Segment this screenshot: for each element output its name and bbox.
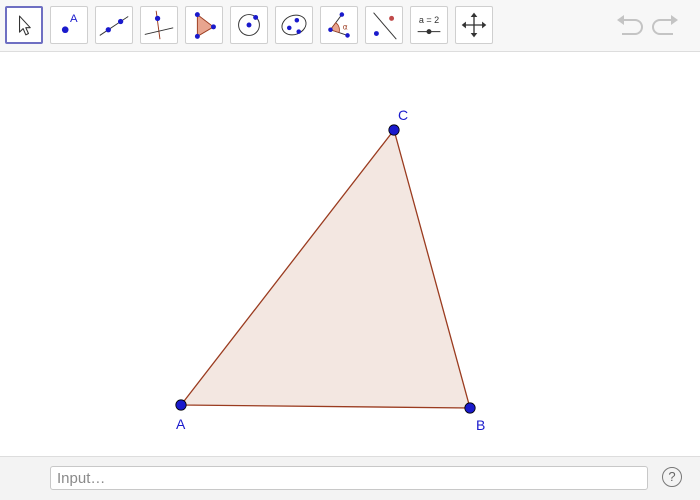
- slider-tool-button[interactable]: a = 2: [410, 6, 448, 44]
- input-bar: ?: [0, 456, 700, 500]
- point-C-label: C: [398, 107, 408, 123]
- circle-with-center-icon: [238, 14, 260, 36]
- conic-through-points-icon: [281, 14, 307, 36]
- construction-svg: A B C: [175, 107, 486, 433]
- conic-tool-button[interactable]: [275, 6, 313, 44]
- toolbar: A α a = 2: [0, 0, 700, 52]
- point-A-label: A: [176, 416, 186, 432]
- move-graphics-view-tool-button[interactable]: [455, 6, 493, 44]
- svg-text:α: α: [343, 23, 348, 32]
- angle-icon: α: [328, 12, 350, 38]
- angle-tool-button[interactable]: α: [320, 6, 358, 44]
- help-icon: ?: [668, 469, 676, 484]
- undo-button[interactable]: [614, 12, 644, 40]
- move-icon: [18, 15, 31, 36]
- circle-tool-button[interactable]: [230, 6, 268, 44]
- move-graphics-view-icon: [461, 12, 487, 38]
- reflect-tool-button[interactable]: [365, 6, 403, 44]
- point-C[interactable]: C: [388, 107, 408, 136]
- point-B[interactable]: B: [464, 402, 486, 433]
- perpendicular-line-icon: [144, 10, 174, 40]
- slider-icon: a = 2: [417, 15, 441, 35]
- point-tool-button[interactable]: A: [50, 6, 88, 44]
- point-A[interactable]: A: [175, 399, 187, 432]
- move-tool-button[interactable]: [5, 6, 43, 44]
- line-icon: [99, 16, 129, 36]
- point-A-dot[interactable]: [175, 399, 187, 411]
- perpendicular-line-tool-button[interactable]: [140, 6, 178, 44]
- slider-tool-label: a = 2: [419, 15, 439, 25]
- point-C-dot[interactable]: [388, 124, 400, 136]
- undo-icon: [617, 15, 643, 35]
- reflect-about-line-icon: [373, 12, 397, 40]
- algebra-input[interactable]: [50, 466, 648, 490]
- triangle-polygon[interactable]: [180, 129, 471, 409]
- polygon-tool-button[interactable]: [185, 6, 223, 44]
- point-B-dot[interactable]: [464, 402, 476, 414]
- point-icon: A: [61, 13, 78, 34]
- graphics-view[interactable]: A B C: [0, 53, 700, 456]
- help-button[interactable]: ?: [662, 467, 682, 487]
- redo-icon: [652, 15, 678, 35]
- line-tool-button[interactable]: [95, 6, 133, 44]
- redo-button[interactable]: [651, 12, 681, 40]
- point-tool-label: A: [70, 13, 78, 25]
- polygon-icon: [194, 12, 216, 39]
- point-B-label: B: [476, 417, 485, 433]
